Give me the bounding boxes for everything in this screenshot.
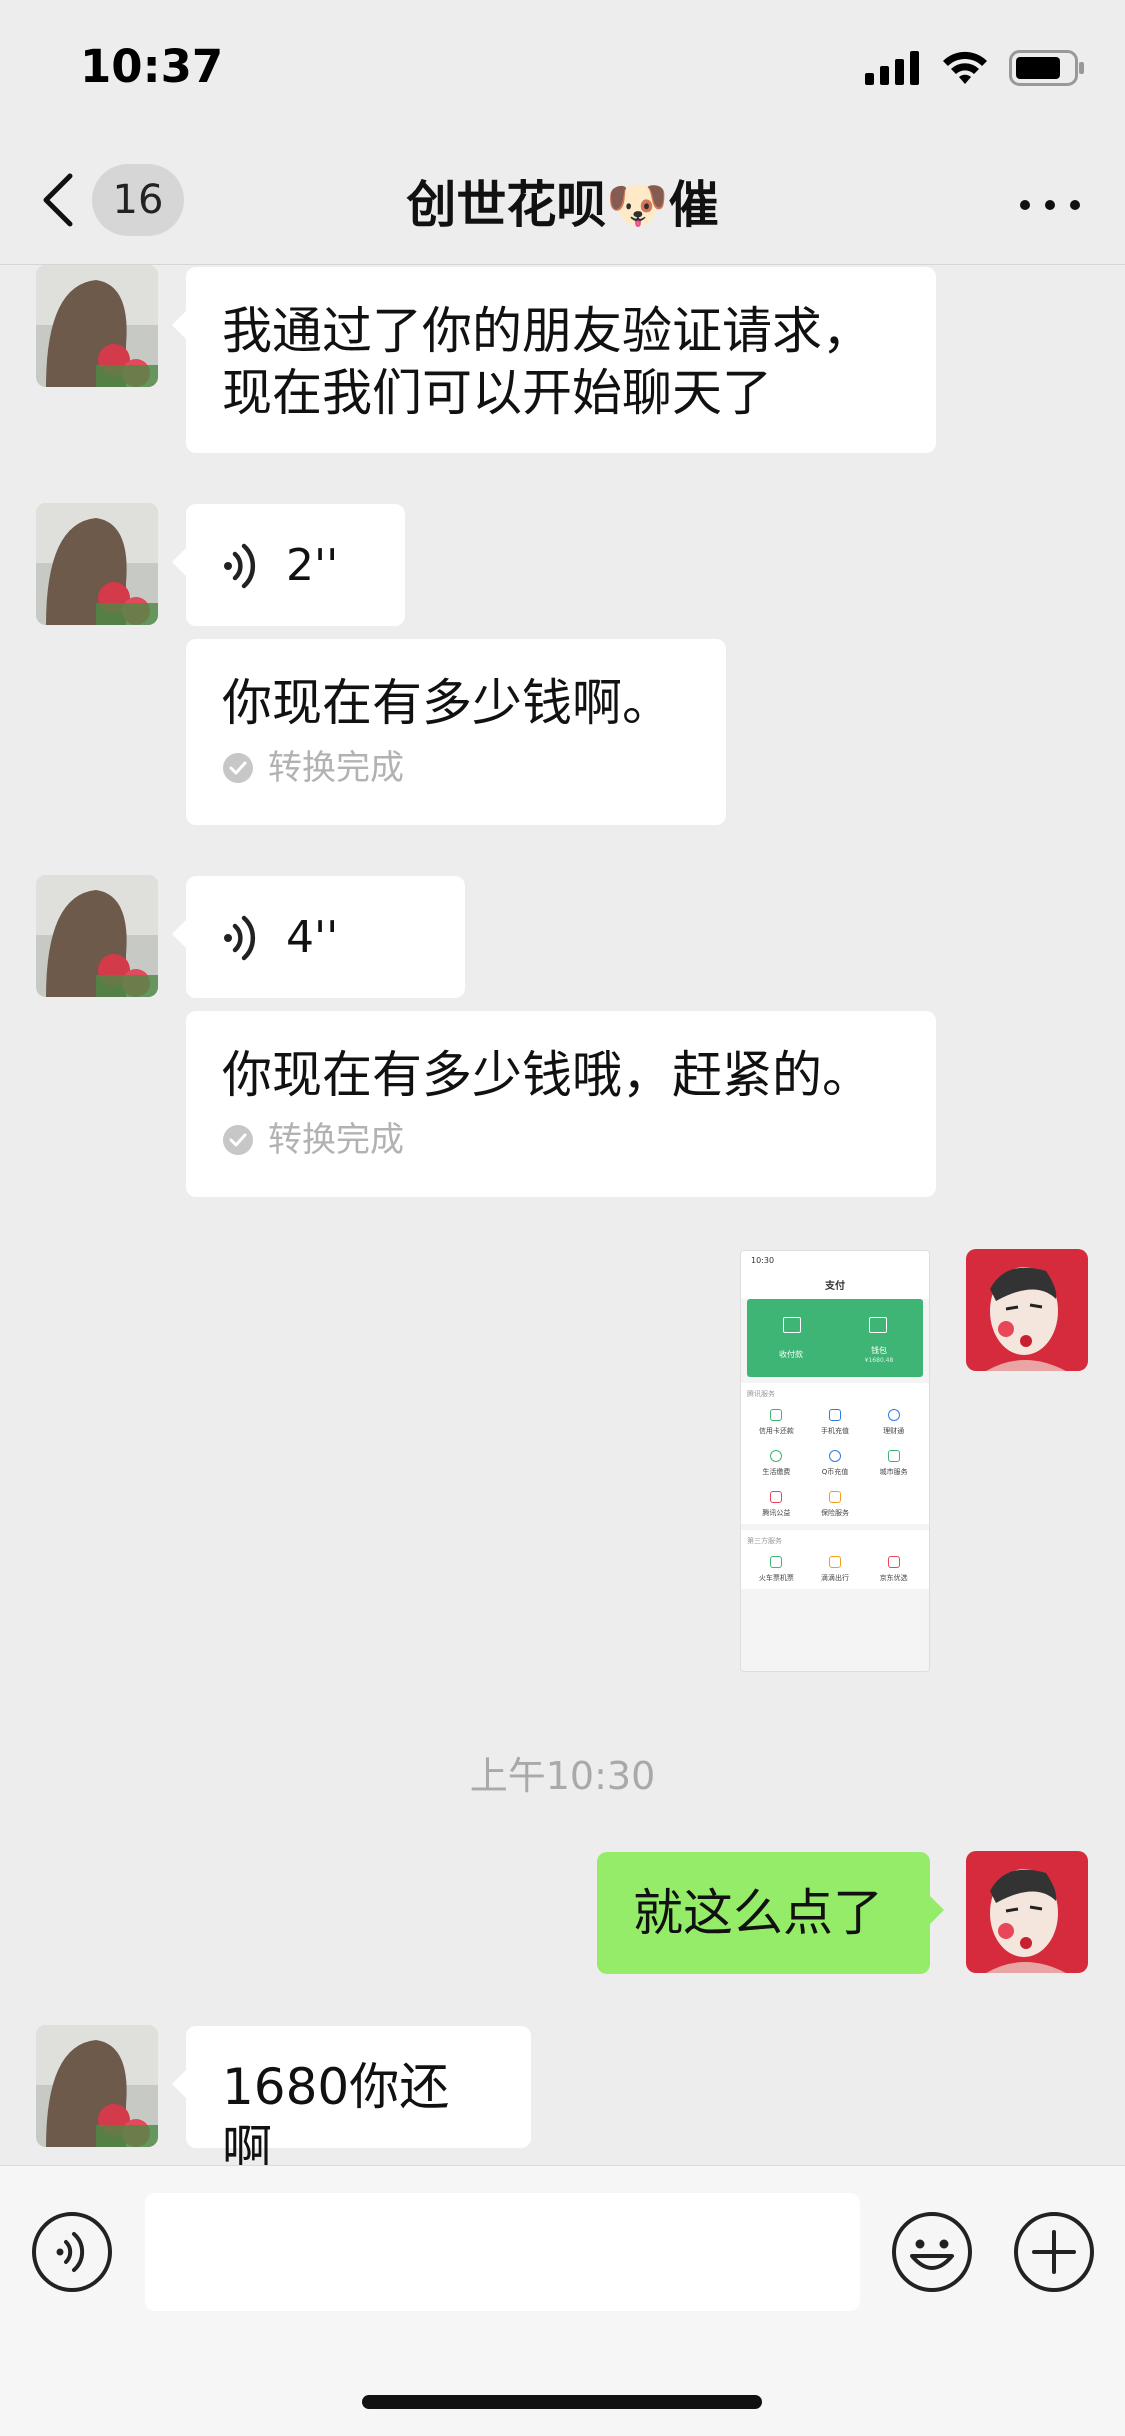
home-indicator <box>362 2395 762 2409</box>
message-text: 就这么点了 <box>633 1884 883 1942</box>
emoji-icon[interactable] <box>890 2210 974 2294</box>
avatar-image <box>36 875 158 997</box>
avatar-image <box>36 503 158 625</box>
thumb-time: 10:30 <box>751 1256 775 1265</box>
thumb-card-left: 收付款 <box>779 1350 803 1359</box>
transcribe-status: 转换完成 <box>222 1109 404 1171</box>
battery-icon <box>1009 50 1084 86</box>
contact-avatar[interactable] <box>36 503 158 625</box>
chat-messages[interactable]: 我通过了你的朋友验证请求， 现在我们可以开始聊天了 2'' 你现在有多少钱啊。 <box>0 265 1125 2165</box>
unread-count-badge: 16 <box>92 164 184 236</box>
message-text-line: 现在我们可以开始聊天了 <box>222 364 772 422</box>
transcript-text: 你现在有多少钱啊。 <box>222 674 672 732</box>
message-input[interactable] <box>145 2193 860 2311</box>
status-bar: 10:37 <box>0 0 1125 135</box>
voice-duration: 2'' <box>286 540 339 591</box>
avatar-image <box>36 2025 158 2147</box>
back-button[interactable]: 16 <box>40 164 200 236</box>
time-separator: 上午10:30 <box>469 1754 656 1798</box>
message-bubble-sent[interactable]: 就这么点了 <box>597 1852 944 1974</box>
message-bubble-received[interactable]: 1680你还啊 <box>172 2026 531 2165</box>
message-bubble-received[interactable]: 我通过了你的朋友验证请求， 现在我们可以开始聊天了 <box>172 267 936 453</box>
voice-message-bubble[interactable]: 4'' <box>172 876 465 998</box>
avatar-image <box>966 1249 1088 1371</box>
voice-wave-icon <box>224 543 256 589</box>
my-avatar[interactable] <box>966 1249 1088 1371</box>
contact-avatar[interactable] <box>36 265 158 387</box>
nav-bar: 16 创世花呗🐶催 <box>0 135 1125 265</box>
transcript-text: 你现在有多少钱哦，赶紧的。 <box>222 1046 872 1104</box>
check-circle-icon <box>223 1125 253 1155</box>
transcribe-status: 转换完成 <box>222 737 404 799</box>
my-avatar[interactable] <box>966 1851 1088 1973</box>
status-time: 10:37 <box>80 40 224 93</box>
thumb-card-right: 钱包 <box>871 1346 887 1355</box>
avatar-image <box>36 265 158 387</box>
message-text-line: 我通过了你的朋友验证请求， <box>222 302 872 360</box>
more-icon[interactable] <box>1015 185 1085 225</box>
voice-icon[interactable] <box>30 2210 114 2294</box>
message-text: 1680你还啊 <box>222 2058 450 2165</box>
contact-avatar[interactable] <box>36 2025 158 2147</box>
thumb-card-right-sub: ¥1680.48 <box>864 1357 894 1364</box>
voice-wave-icon <box>224 915 256 961</box>
check-circle-icon <box>223 753 253 783</box>
thumb-title: 支付 <box>825 1281 845 1292</box>
contact-avatar[interactable] <box>36 875 158 997</box>
voice-transcript-bubble[interactable]: 你现在有多少钱啊。 转换完成 <box>186 639 726 825</box>
chevron-left-icon <box>43 173 73 227</box>
chat-title: 创世花呗🐶催 <box>406 176 719 234</box>
voice-transcript-bubble[interactable]: 你现在有多少钱哦，赶紧的。 转换完成 <box>186 1011 936 1197</box>
wifi-icon <box>943 51 987 84</box>
voice-message-bubble[interactable]: 2'' <box>172 504 405 626</box>
voice-duration: 4'' <box>286 912 339 963</box>
payment-screenshot-image[interactable]: 10:30 支付 收付款 钱包 ¥1680.48 腾讯服务 信用卡还款 手机充值… <box>740 1250 930 1672</box>
avatar-image <box>966 1851 1088 1973</box>
plus-icon[interactable] <box>1012 2210 1096 2294</box>
status-icons <box>865 50 1085 86</box>
signal-icon <box>865 51 919 85</box>
